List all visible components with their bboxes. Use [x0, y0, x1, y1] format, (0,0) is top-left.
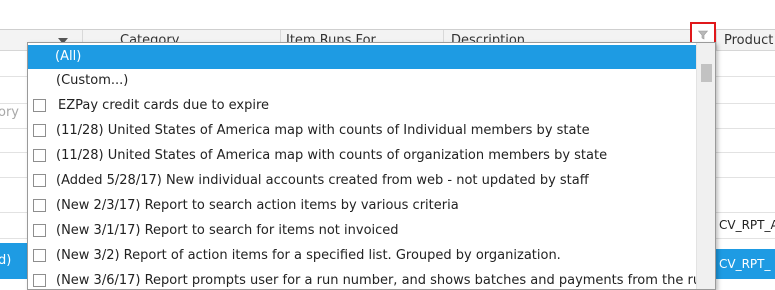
- filter-option-label: (All): [55, 49, 82, 64]
- checkbox[interactable]: [33, 224, 46, 237]
- checkbox[interactable]: [33, 249, 46, 262]
- checkbox[interactable]: [33, 274, 46, 287]
- checkbox[interactable]: [33, 174, 46, 187]
- filter-option[interactable]: EZPay credit cards due to expire: [28, 94, 696, 118]
- filter-option-label: (Custom...): [56, 73, 129, 88]
- vertical-scrollbar[interactable]: [696, 43, 715, 289]
- cell-text: ory: [0, 105, 19, 120]
- filter-option-label: (Added 5/28/17) New individual accounts …: [56, 173, 589, 188]
- filter-option[interactable]: (11/28) United States of America map wit…: [28, 144, 696, 168]
- product-cell-selected[interactable]: CV_RPT_: [714, 249, 775, 279]
- checkbox[interactable]: [33, 124, 46, 137]
- product-cell[interactable]: CV_RPT_A: [714, 213, 775, 237]
- filter-option-label: (New 3/2) Report of action items for a s…: [56, 248, 561, 263]
- checkbox[interactable]: [33, 149, 46, 162]
- filter-option-label: (11/28) United States of America map wit…: [56, 148, 608, 163]
- column-separator[interactable]: [716, 30, 717, 51]
- filter-option-custom[interactable]: (Custom...): [28, 69, 696, 93]
- scrollbar-thumb[interactable]: [701, 64, 712, 82]
- filter-option-label: (11/28) United States of America map wit…: [56, 123, 590, 138]
- selected-row-cell[interactable]: d): [0, 243, 27, 279]
- filter-value-list: (All) (Custom...) EZPay credit cards due…: [28, 43, 696, 289]
- filter-option-all[interactable]: (All): [28, 45, 696, 69]
- checkbox[interactable]: [33, 199, 46, 212]
- filter-option-label: (New 3/1/17) Report to search for items …: [56, 223, 399, 238]
- filter-option[interactable]: (New 3/6/17) Report prompts user for a r…: [28, 269, 696, 289]
- checkbox[interactable]: [33, 99, 46, 112]
- column-header-product[interactable]: Product: [724, 30, 775, 51]
- filter-funnel-icon: [698, 30, 708, 40]
- filter-option-label: (New 3/6/17) Report prompts user for a r…: [56, 273, 696, 288]
- filter-dropdown: (All) (Custom...) EZPay credit cards due…: [27, 42, 716, 290]
- filter-option[interactable]: (New 3/2) Report of action items for a s…: [28, 244, 696, 268]
- filter-option[interactable]: (Added 5/28/17) New individual accounts …: [28, 169, 696, 193]
- filter-option[interactable]: (11/28) United States of America map wit…: [28, 119, 696, 143]
- filter-option[interactable]: (New 2/3/17) Report to search action ite…: [28, 194, 696, 218]
- filter-option[interactable]: (New 3/1/17) Report to search for items …: [28, 219, 696, 243]
- filter-option-label: (New 2/3/17) Report to search action ite…: [56, 198, 459, 213]
- filter-option-label: EZPay credit cards due to expire: [58, 98, 270, 113]
- selection-highlight: [52, 45, 696, 69]
